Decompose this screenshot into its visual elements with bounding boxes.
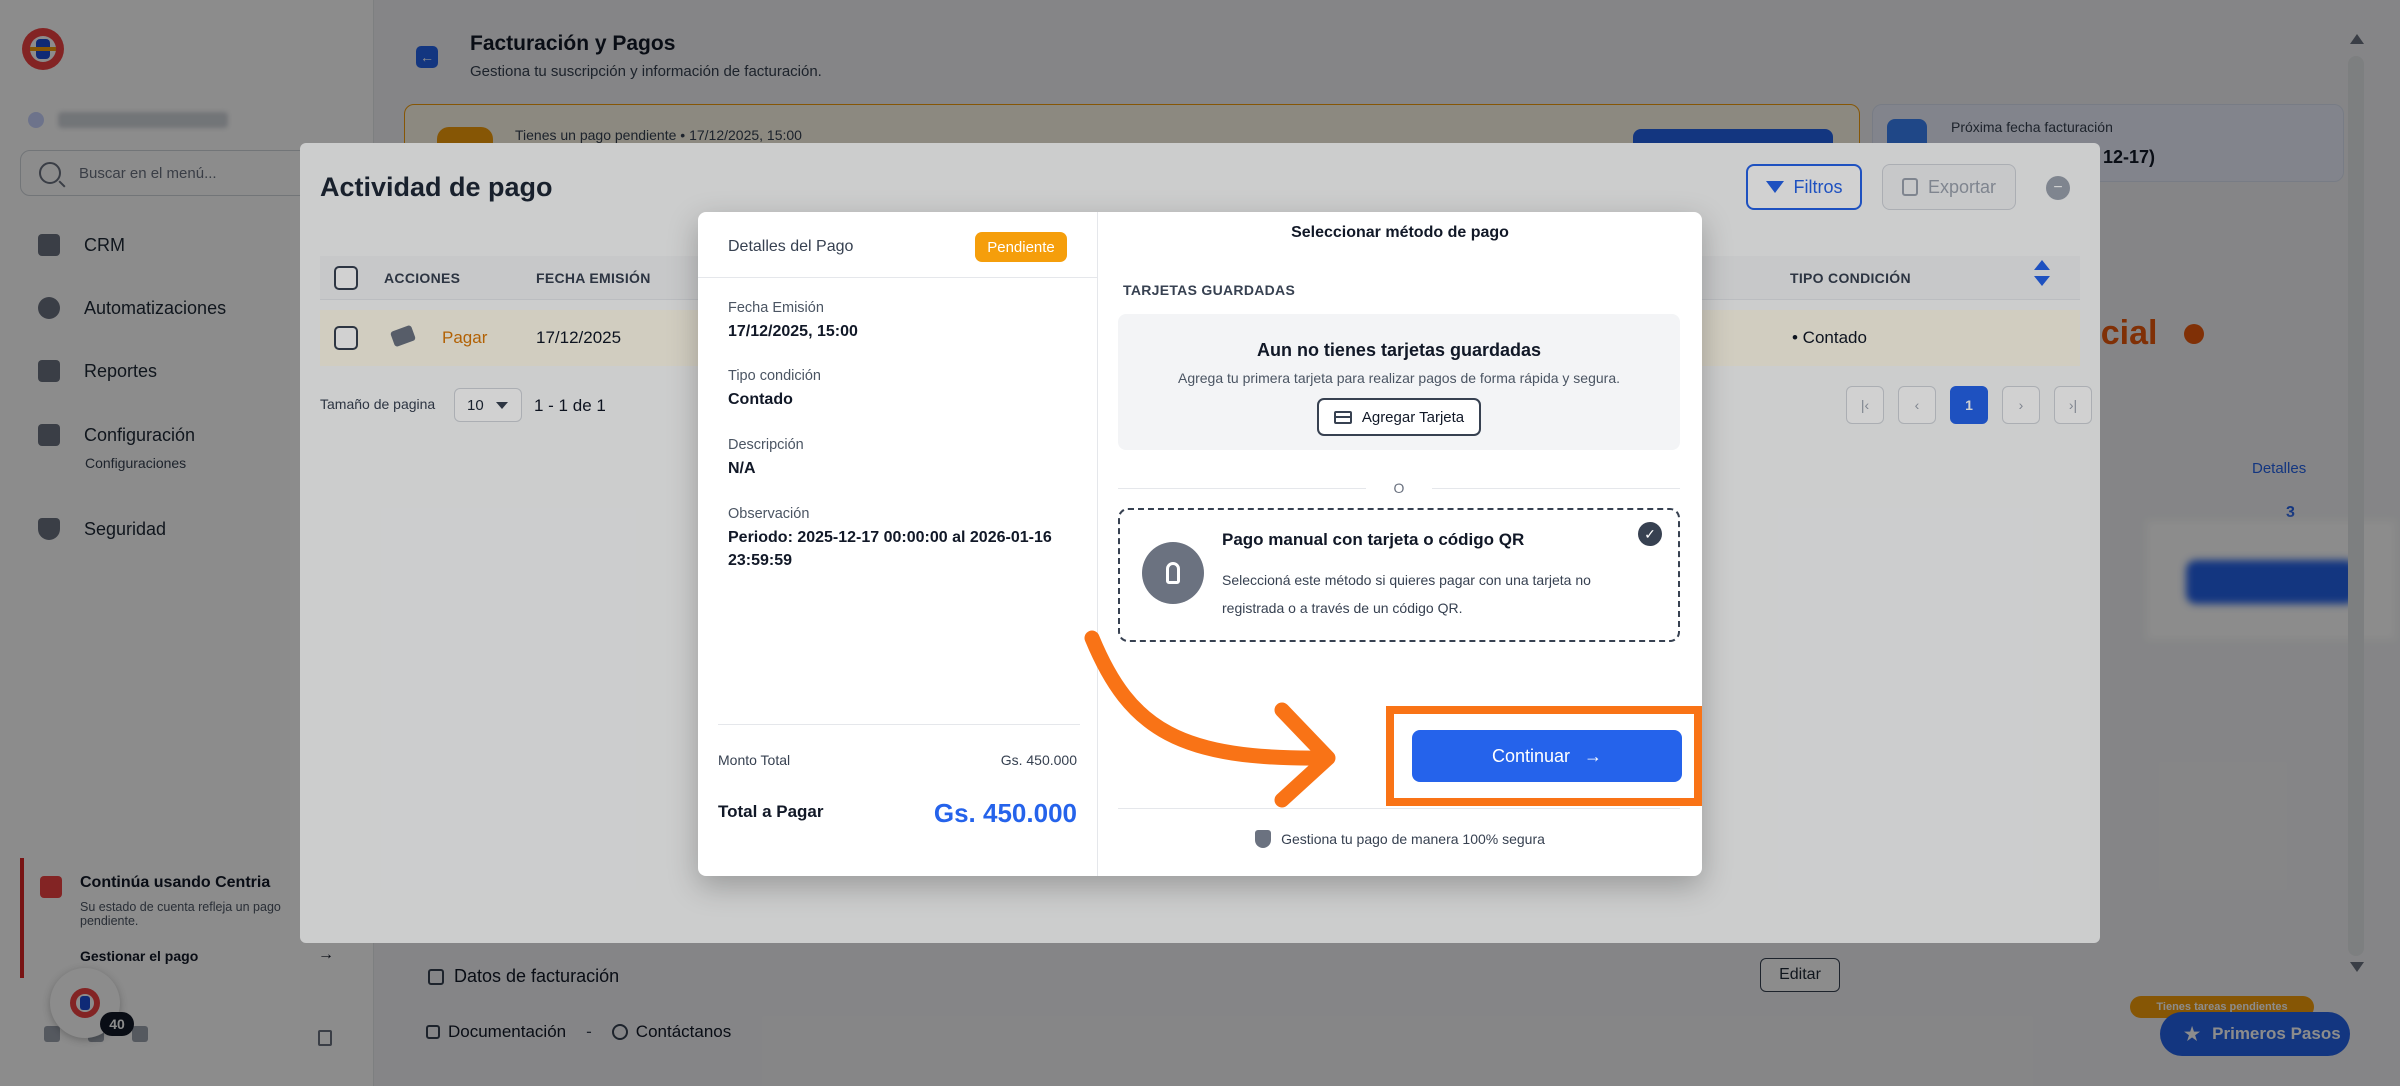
field-value: N/A (728, 460, 756, 477)
status-badge: Pendiente (975, 232, 1067, 262)
field-label: Observación (728, 506, 810, 522)
field-label: Fecha Emisión (728, 300, 824, 316)
details-title: Detalles del Pago (728, 238, 854, 255)
annotation-arrow-icon (1084, 630, 1336, 808)
field-label: Tipo condición (728, 368, 821, 384)
continue-button[interactable]: Continuar → (1412, 730, 1682, 782)
saved-cards-empty-state: Aun no tienes tarjetas guardadas Agrega … (1118, 314, 1680, 450)
payment-details-column: Detalles del Pago Pendiente Fecha Emisió… (698, 212, 1098, 876)
total-label: Total a Pagar (718, 802, 824, 821)
manual-title: Pago manual con tarjeta o código QR (1222, 530, 1525, 549)
no-cards-description: Agrega tu primera tarjeta para realizar … (1177, 370, 1620, 386)
total-value: Gs. 450.000 (933, 798, 1077, 828)
add-card-button[interactable]: Agregar Tarjeta (1317, 398, 1481, 436)
field-value: Periodo: 2025-12-17 00:00:00 al 2026-01-… (728, 529, 1052, 569)
no-cards-title: Aun no tienes tarjetas guardadas (1256, 340, 1542, 360)
divider (1432, 488, 1680, 489)
arrow-right-icon: → (1584, 745, 1603, 766)
details-header: Detalles del Pago Pendiente (698, 212, 1098, 278)
amount-value: Gs. 450.000 (1000, 752, 1077, 768)
field-value: 17/12/2025, 15:00 (728, 323, 858, 340)
or-separator: O (1118, 478, 1680, 498)
divider (718, 724, 1080, 725)
method-title: Seleccionar método de pago (1291, 224, 1509, 241)
tap-icon (1142, 542, 1204, 604)
shield-icon (1255, 830, 1272, 848)
saved-cards-label: TARJETAS GUARDADAS (1123, 282, 1296, 298)
field-label: Descripción (728, 437, 804, 453)
credit-card-icon (1333, 410, 1352, 424)
continue-label: Continuar (1491, 745, 1571, 766)
check-icon: ✓ (1638, 522, 1662, 546)
amount-label: Monto Total (718, 752, 791, 768)
field-value: Contado (728, 391, 793, 408)
secure-text: Gestiona tu pago de manera 100% segura (1281, 831, 1545, 847)
secure-note: Gestiona tu pago de manera 100% segura (1098, 830, 1702, 848)
add-card-label: Agregar Tarjeta (1361, 408, 1465, 426)
manual-description: Seleccioná este método si quieres pagar … (1222, 572, 1591, 616)
